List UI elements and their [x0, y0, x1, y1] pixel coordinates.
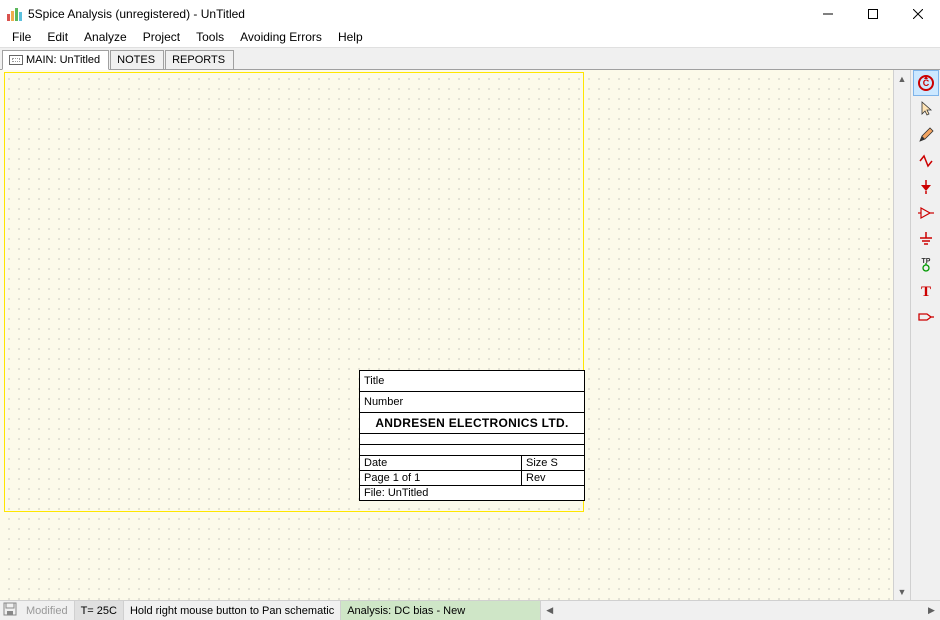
- scroll-right-arrow[interactable]: ▶: [923, 605, 940, 616]
- schematic-icon: [9, 55, 23, 65]
- save-icon[interactable]: [3, 602, 17, 619]
- statusbar: Modified T= 25C Hold right mouse button …: [0, 600, 940, 620]
- titleblock-company-row: ANDRESEN ELECTRONICS LTD.: [360, 413, 584, 434]
- menu-avoiding-errors[interactable]: Avoiding Errors: [232, 28, 330, 46]
- minimize-button[interactable]: [805, 0, 850, 27]
- menu-edit[interactable]: Edit: [39, 28, 76, 46]
- tool-rebuild-circuit[interactable]: C: [913, 70, 939, 96]
- app-icon: [6, 6, 22, 22]
- tool-pencil[interactable]: [913, 122, 939, 148]
- tool-text[interactable]: T: [913, 278, 939, 304]
- scroll-left-arrow[interactable]: ◀: [541, 605, 558, 616]
- titleblock-page-label: Page 1 of 1: [364, 472, 420, 484]
- titleblock-size-label: Size S: [526, 457, 558, 469]
- tab-notes-label: NOTES: [117, 54, 155, 66]
- scroll-up-arrow[interactable]: ▲: [894, 70, 910, 87]
- titleblock-number-label: Number: [364, 396, 403, 408]
- titleblock-number-row: Number: [360, 392, 584, 413]
- menu-file[interactable]: File: [4, 28, 39, 46]
- tool-buffer[interactable]: [913, 200, 939, 226]
- tabbar: MAIN: UnTitled NOTES REPORTS: [0, 48, 940, 70]
- titleblock-rev-label: Rev: [526, 472, 546, 484]
- close-button[interactable]: [895, 0, 940, 27]
- tool-signal-source[interactable]: [913, 174, 939, 200]
- scroll-down-arrow[interactable]: ▼: [894, 583, 910, 600]
- tool-pointer[interactable]: [913, 96, 939, 122]
- menu-analyze[interactable]: Analyze: [76, 28, 135, 46]
- titlebar: 5Spice Analysis (unregistered) - UnTitle…: [0, 0, 940, 27]
- schematic-canvas[interactable]: Title Number ANDRESEN ELECTRONICS LTD. D…: [0, 70, 910, 600]
- menu-help[interactable]: Help: [330, 28, 371, 46]
- window-title: 5Spice Analysis (unregistered) - UnTitle…: [28, 7, 245, 21]
- menu-project[interactable]: Project: [135, 28, 188, 46]
- tool-port[interactable]: [913, 304, 939, 330]
- horizontal-scrollbar[interactable]: ◀ ▶: [541, 605, 940, 616]
- status-hint: Hold right mouse button to Pan schematic: [124, 601, 341, 620]
- titleblock-file-row: File: UnTitled: [360, 486, 584, 500]
- titleblock-date-row: Date Size S: [360, 456, 584, 471]
- tab-notes[interactable]: NOTES: [110, 50, 164, 69]
- titleblock-blank2: [360, 445, 584, 456]
- tool-ground[interactable]: [913, 226, 939, 252]
- status-analysis[interactable]: Analysis: DC bias - New: [341, 601, 541, 620]
- menubar: File Edit Analyze Project Tools Avoiding…: [0, 27, 940, 48]
- titleblock-company: ANDRESEN ELECTRONICS LTD.: [364, 416, 580, 430]
- titleblock-title-row: Title: [360, 371, 584, 392]
- titleblock-date-label: Date: [364, 457, 387, 469]
- titleblock-blank1: [360, 434, 584, 445]
- tab-reports[interactable]: REPORTS: [165, 50, 234, 69]
- svg-text:C: C: [922, 78, 929, 88]
- tab-reports-label: REPORTS: [172, 54, 225, 66]
- maximize-button[interactable]: [850, 0, 895, 27]
- tab-main-label: MAIN: UnTitled: [26, 54, 100, 66]
- tool-wire[interactable]: [913, 148, 939, 174]
- menu-tools[interactable]: Tools: [188, 28, 232, 46]
- tool-palette: C TP T: [910, 70, 940, 600]
- title-block[interactable]: Title Number ANDRESEN ELECTRONICS LTD. D…: [359, 370, 585, 501]
- status-modified: Modified: [20, 601, 75, 620]
- tool-test-point[interactable]: TP: [913, 252, 939, 278]
- status-temperature[interactable]: T= 25C: [75, 601, 124, 620]
- titleblock-page-row: Page 1 of 1 Rev: [360, 471, 584, 486]
- titleblock-file-label: File: UnTitled: [364, 487, 428, 499]
- tab-main[interactable]: MAIN: UnTitled: [2, 50, 109, 70]
- titleblock-title-label: Title: [364, 375, 384, 387]
- svg-text:T: T: [920, 284, 930, 300]
- vertical-scrollbar[interactable]: ▲ ▼: [893, 70, 910, 600]
